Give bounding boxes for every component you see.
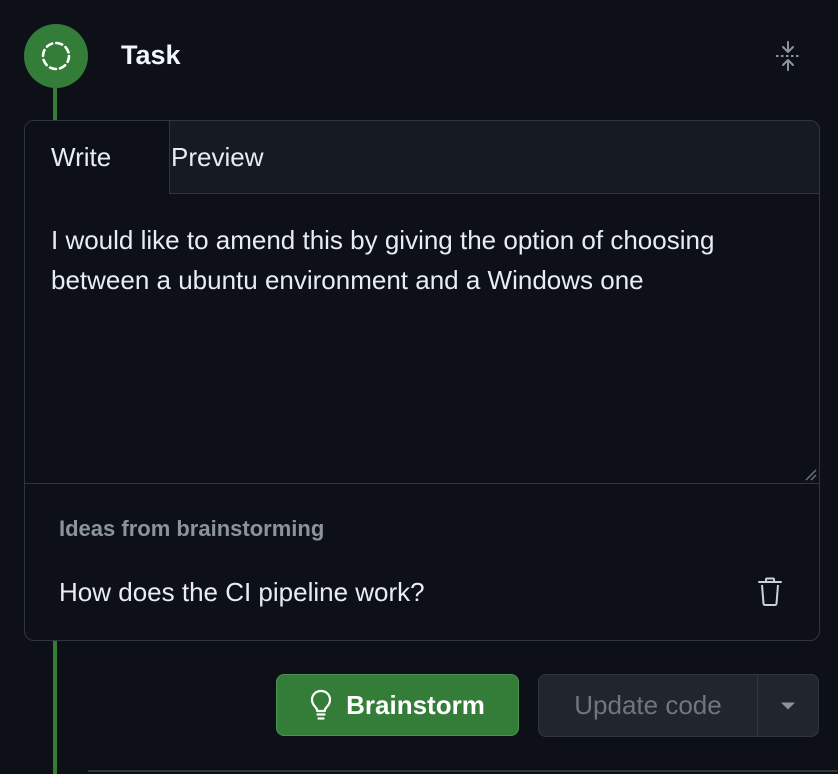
collapse-button[interactable] [768, 36, 808, 76]
task-status-indicator [24, 24, 88, 88]
tab-preview[interactable]: Preview [171, 121, 263, 193]
section-divider [88, 770, 838, 772]
idea-item: How does the CI pipeline work? [59, 577, 425, 607]
task-title: Task [121, 40, 181, 70]
fold-icon [776, 41, 800, 71]
update-code-button[interactable]: Update code [539, 675, 758, 736]
dashed-circle-icon [41, 41, 71, 71]
brainstorm-label: Brainstorm [346, 689, 485, 720]
trash-icon [758, 577, 782, 606]
brainstorm-button[interactable]: Brainstorm [276, 674, 519, 736]
task-editor-card: Write Preview I would like to amend this… [24, 120, 820, 641]
lightbulb-icon [311, 689, 332, 720]
tab-write[interactable]: Write [25, 121, 170, 194]
resize-handle-icon[interactable] [803, 467, 817, 481]
editor-tabbar: Write Preview [25, 121, 819, 194]
task-text[interactable]: I would like to amend this by giving the… [51, 220, 796, 300]
update-code-split-button: Update code [538, 674, 819, 737]
update-options-dropdown[interactable] [758, 675, 818, 736]
ideas-heading: Ideas from brainstorming [59, 516, 325, 541]
delete-idea-button[interactable] [753, 573, 787, 611]
triangle-down-icon [781, 702, 795, 709]
task-textarea[interactable]: I would like to amend this by giving the… [25, 194, 819, 484]
